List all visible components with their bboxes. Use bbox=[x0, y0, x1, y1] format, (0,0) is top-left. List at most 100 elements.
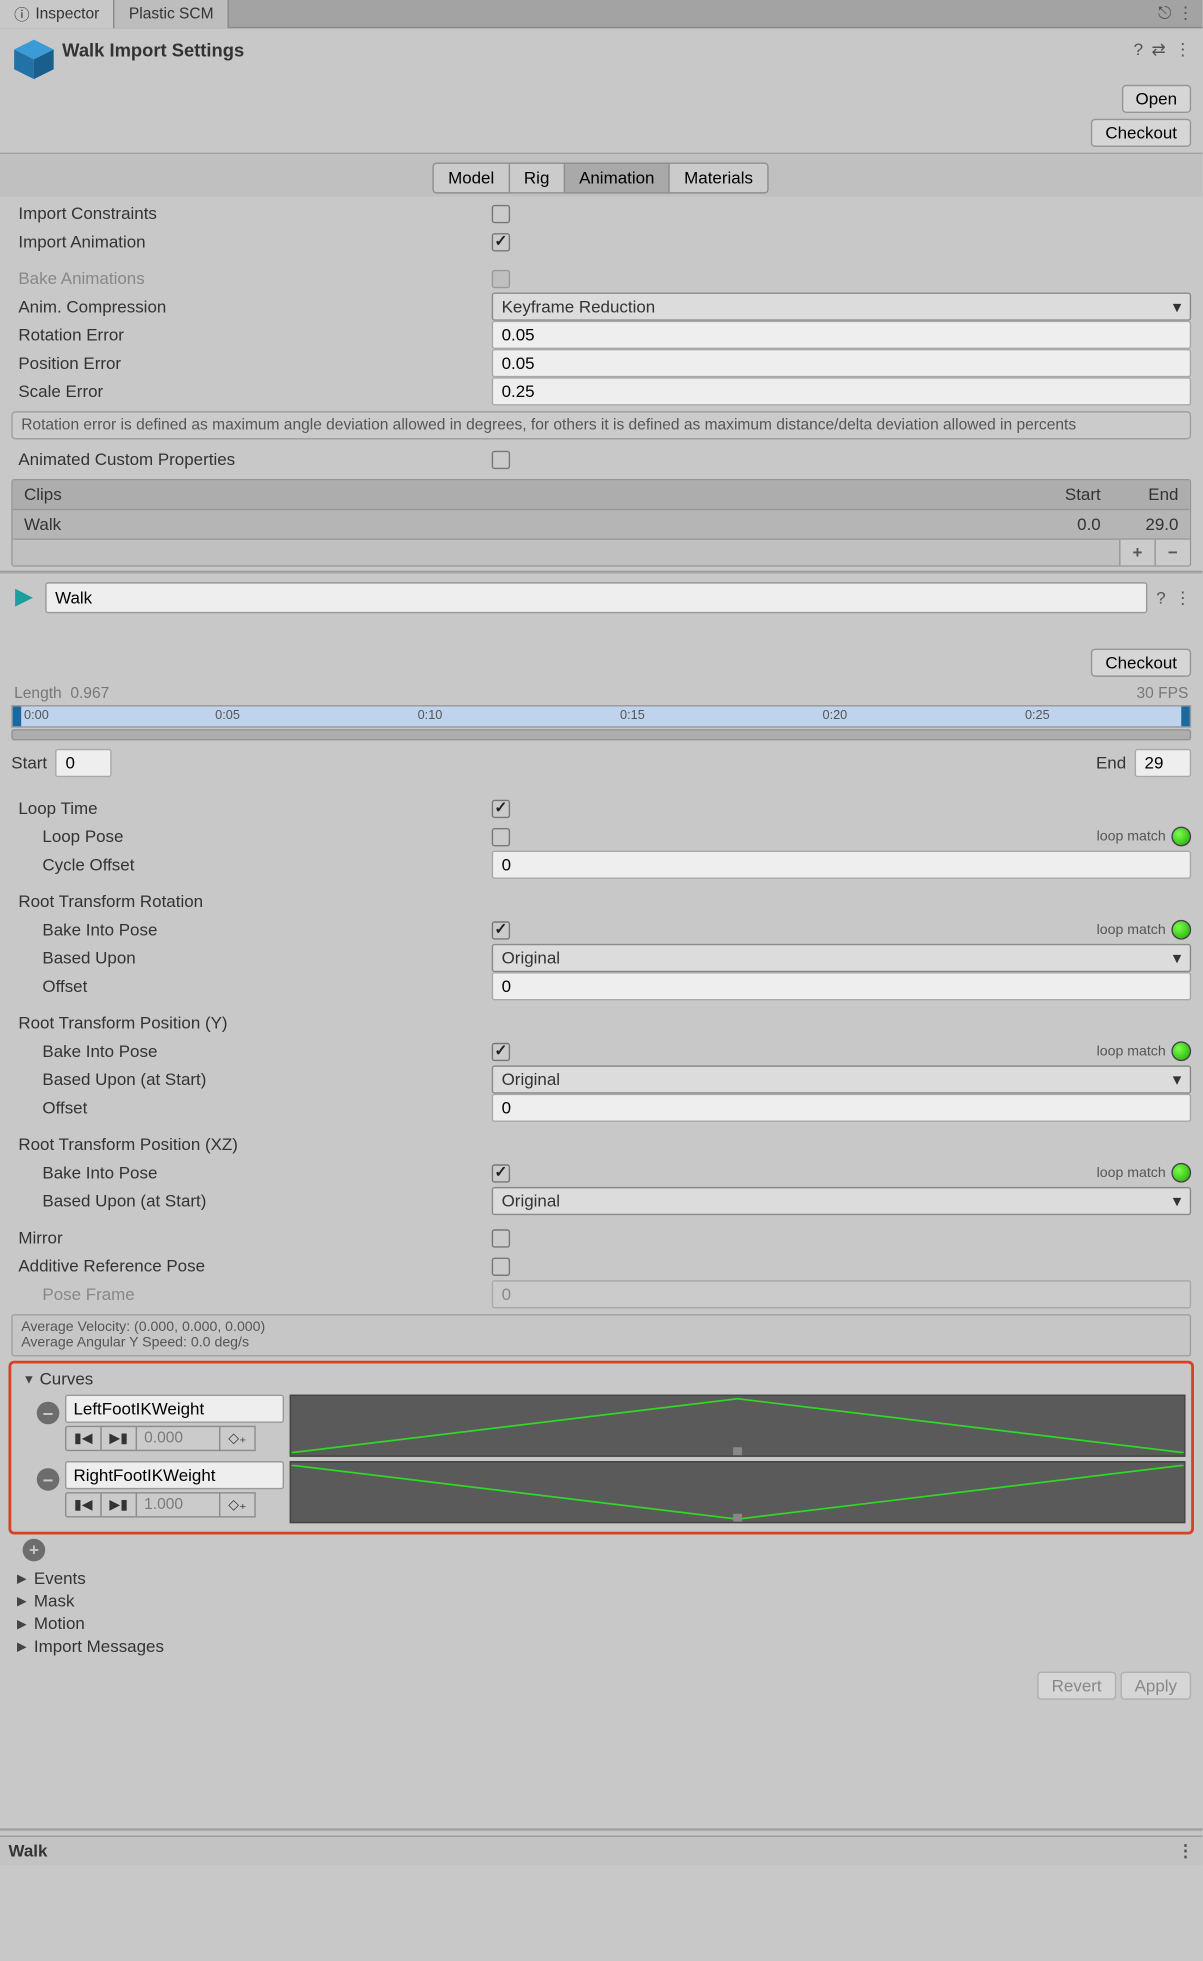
anim-compression-dropdown[interactable]: Keyframe Reduction▾ bbox=[492, 292, 1191, 320]
tab-inspector[interactable]: ⓘ Inspector bbox=[0, 0, 115, 28]
tab-rig[interactable]: Rig bbox=[508, 162, 565, 193]
length-label: Length bbox=[14, 685, 62, 702]
chevron-down-icon: ▾ bbox=[1173, 1191, 1182, 1211]
import-messages-foldout[interactable]: ▶Import Messages bbox=[11, 1635, 1191, 1658]
more-icon[interactable]: ⋮ bbox=[1174, 40, 1191, 60]
rty-based-dropdown[interactable]: Original▾ bbox=[492, 1065, 1191, 1093]
rty-offset-label: Offset bbox=[11, 1098, 491, 1118]
tab-plastic-scm[interactable]: Plastic SCM bbox=[115, 0, 229, 28]
add-clip-button[interactable]: + bbox=[1119, 540, 1154, 565]
loop-pose-label: Loop Pose bbox=[11, 827, 491, 847]
curves-foldout[interactable]: ▼Curves bbox=[17, 1368, 1186, 1391]
pose-frame-input bbox=[492, 1280, 1191, 1308]
rotation-error-input[interactable] bbox=[492, 321, 1191, 349]
preset-icon[interactable]: ⇄ bbox=[1152, 40, 1166, 60]
lock-icon[interactable]: ⎋ bbox=[1158, 3, 1171, 24]
curve-value-input[interactable] bbox=[136, 1492, 221, 1517]
bake-animations-label: Bake Animations bbox=[11, 268, 491, 288]
rotation-error-label: Rotation Error bbox=[11, 325, 491, 345]
end-label: End bbox=[1096, 753, 1126, 773]
timeline-start-handle[interactable] bbox=[13, 707, 21, 727]
scale-error-input[interactable] bbox=[492, 377, 1191, 405]
position-error-label: Position Error bbox=[11, 353, 491, 373]
rty-bake-checkbox[interactable] bbox=[492, 1042, 510, 1060]
remove-clip-button[interactable]: − bbox=[1154, 540, 1189, 565]
import-constraints-checkbox[interactable] bbox=[492, 204, 510, 222]
rtxz-based-dropdown[interactable]: Original▾ bbox=[492, 1187, 1191, 1215]
tab-materials[interactable]: Materials bbox=[669, 162, 769, 193]
anim-compression-label: Anim. Compression bbox=[11, 297, 491, 317]
help-icon[interactable]: ? bbox=[1134, 40, 1143, 60]
add-key-button[interactable]: ◇₊ bbox=[219, 1492, 256, 1517]
prev-key-button[interactable]: ▮◀ bbox=[65, 1492, 102, 1517]
triangle-right-icon: ▶ bbox=[17, 1593, 31, 1609]
add-key-button[interactable]: ◇₊ bbox=[219, 1426, 256, 1451]
timeline-end-handle[interactable] bbox=[1181, 707, 1189, 727]
import-animation-checkbox[interactable] bbox=[492, 232, 510, 250]
end-input[interactable] bbox=[1135, 749, 1192, 777]
rtxz-based-label: Based Upon (at Start) bbox=[11, 1191, 491, 1211]
curve-name-input[interactable] bbox=[65, 1395, 284, 1423]
triangle-right-icon: ▶ bbox=[17, 1616, 31, 1632]
help-icon[interactable]: ? bbox=[1156, 588, 1165, 608]
add-ref-checkbox[interactable] bbox=[492, 1257, 510, 1275]
curve-value-input[interactable] bbox=[136, 1426, 221, 1451]
add-curve-button[interactable]: + bbox=[23, 1539, 46, 1562]
rtxz-bake-label: Bake Into Pose bbox=[11, 1163, 491, 1183]
next-key-button[interactable]: ▶▮ bbox=[100, 1426, 137, 1451]
clip-checkout-button[interactable]: Checkout bbox=[1091, 649, 1191, 677]
rtxz-bake-checkbox[interactable] bbox=[492, 1164, 510, 1182]
open-button[interactable]: Open bbox=[1121, 85, 1191, 113]
cycle-offset-input[interactable] bbox=[492, 851, 1191, 879]
tab-animation[interactable]: Animation bbox=[564, 162, 671, 193]
rty-offset-input[interactable] bbox=[492, 1094, 1191, 1122]
rtr-bake-checkbox[interactable] bbox=[492, 921, 510, 939]
import-animation-label: Import Animation bbox=[11, 232, 491, 252]
start-label: Start bbox=[11, 753, 47, 773]
curve-name-input[interactable] bbox=[65, 1461, 284, 1489]
events-foldout[interactable]: ▶Events bbox=[11, 1567, 1191, 1590]
rtr-label: Root Transform Rotation bbox=[11, 892, 491, 912]
position-error-input[interactable] bbox=[492, 349, 1191, 377]
loop-match-indicator bbox=[1171, 1163, 1191, 1183]
mirror-label: Mirror bbox=[11, 1228, 491, 1248]
prev-key-button[interactable]: ▮◀ bbox=[65, 1426, 102, 1451]
remove-curve-button[interactable]: − bbox=[37, 1402, 60, 1425]
more-icon[interactable]: ⋮ bbox=[1177, 1841, 1194, 1861]
tab-label: Plastic SCM bbox=[129, 5, 214, 22]
timeline-ruler[interactable]: 0:00 0:05 0:10 0:15 0:20 0:25 bbox=[11, 705, 1191, 728]
rtr-based-dropdown[interactable]: Original▾ bbox=[492, 944, 1191, 972]
loop-time-checkbox[interactable] bbox=[492, 799, 510, 817]
triangle-down-icon: ▼ bbox=[23, 1372, 37, 1386]
mirror-checkbox[interactable] bbox=[492, 1229, 510, 1247]
motion-foldout[interactable]: ▶Motion bbox=[11, 1612, 1191, 1635]
tab-model[interactable]: Model bbox=[433, 162, 510, 193]
bake-animations-checkbox bbox=[492, 269, 510, 287]
timeline-scrollbar[interactable] bbox=[11, 729, 1191, 740]
fps-label: 30 FPS bbox=[1136, 685, 1188, 702]
more-icon[interactable]: ⋮ bbox=[1177, 3, 1194, 24]
next-key-button[interactable]: ▶▮ bbox=[100, 1492, 137, 1517]
clip-name-input[interactable] bbox=[45, 582, 1148, 613]
rtr-based-label: Based Upon bbox=[11, 948, 491, 968]
apply-button[interactable]: Apply bbox=[1120, 1672, 1191, 1700]
avg-velocity: Average Velocity: (0.000, 0.000, 0.000) bbox=[21, 1320, 1181, 1336]
rtr-offset-input[interactable] bbox=[492, 972, 1191, 1000]
triangle-right-icon: ▶ bbox=[17, 1571, 31, 1587]
curve-graph-right[interactable] bbox=[290, 1461, 1186, 1523]
checkout-button[interactable]: Checkout bbox=[1091, 119, 1191, 147]
loop-match-label: loop match bbox=[1097, 922, 1166, 938]
add-ref-label: Additive Reference Pose bbox=[11, 1256, 491, 1276]
loop-pose-checkbox[interactable] bbox=[492, 827, 510, 845]
clip-name-cell: Walk bbox=[24, 514, 1023, 534]
curve-graph-left[interactable] bbox=[290, 1395, 1186, 1457]
start-input[interactable] bbox=[56, 749, 113, 777]
animated-custom-checkbox[interactable] bbox=[492, 450, 510, 468]
clips-row[interactable]: Walk 0.0 29.0 bbox=[13, 509, 1190, 539]
remove-curve-button[interactable]: − bbox=[37, 1468, 60, 1491]
chevron-down-icon: ▾ bbox=[1173, 297, 1182, 317]
mask-foldout[interactable]: ▶Mask bbox=[11, 1590, 1191, 1613]
more-icon[interactable]: ⋮ bbox=[1174, 588, 1191, 608]
revert-button[interactable]: Revert bbox=[1038, 1672, 1116, 1700]
info-icon: ⓘ bbox=[14, 2, 30, 25]
